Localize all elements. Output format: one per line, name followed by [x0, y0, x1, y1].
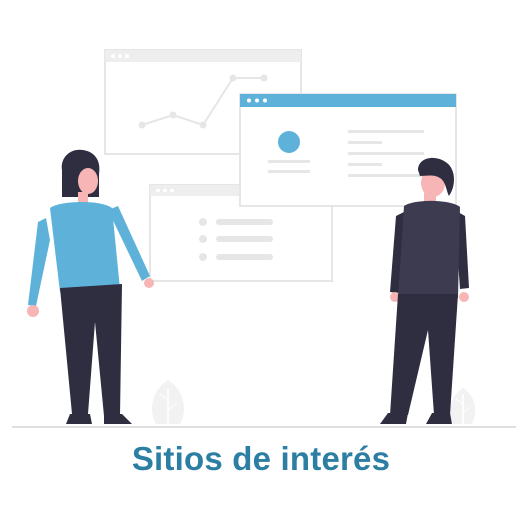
leaf-left [152, 380, 184, 424]
woman-pointing [27, 149, 154, 424]
leaf-right [450, 388, 476, 424]
page-title: Sitios de interés [131, 440, 391, 477]
